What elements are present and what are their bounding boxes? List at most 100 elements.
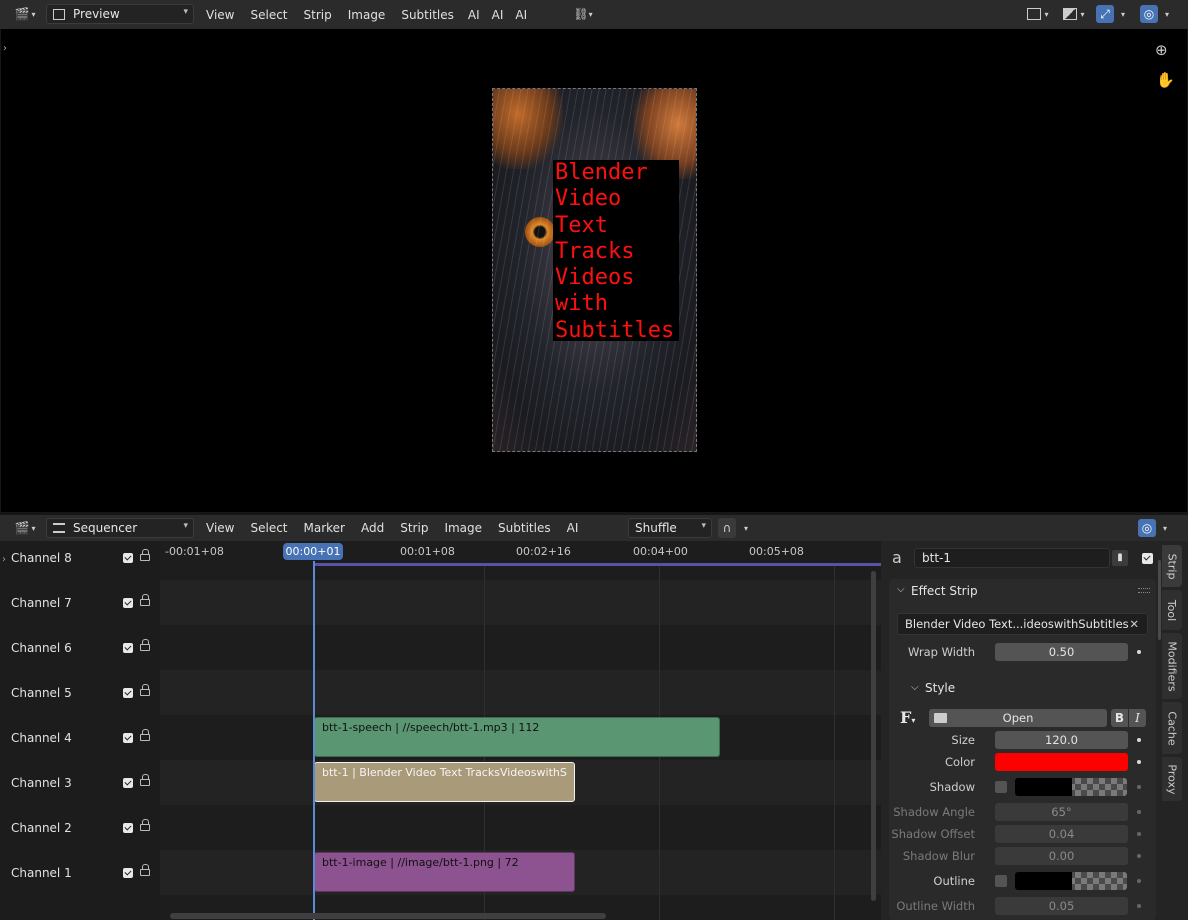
keyframe-dot[interactable] bbox=[1137, 832, 1141, 836]
seq-menu-image[interactable]: Image bbox=[436, 521, 490, 535]
strip-enable-checkbox[interactable] bbox=[1142, 553, 1153, 564]
seq-menu-view[interactable]: View bbox=[198, 521, 242, 535]
keyframe-dot[interactable] bbox=[1137, 738, 1141, 742]
menu-ai-2[interactable]: AI bbox=[486, 8, 510, 22]
playhead-frame-label[interactable]: 00:00+01 bbox=[283, 543, 343, 560]
lock-icon[interactable] bbox=[140, 864, 150, 876]
channel-name[interactable]: Channel 2 bbox=[11, 821, 111, 835]
panel-chevron-icon[interactable]: ⌵ bbox=[911, 682, 919, 693]
color-swatch[interactable] bbox=[995, 753, 1128, 771]
preview-area[interactable]: › ⊕ ✋ Blender Video Text Tracks Videos w… bbox=[1, 29, 1187, 512]
channel-mute-checkbox[interactable] bbox=[123, 822, 133, 833]
keyframe-dot[interactable] bbox=[1137, 879, 1141, 883]
pan-hand-icon[interactable]: ✋ bbox=[1156, 71, 1175, 89]
strip-lock-icon[interactable]: ▮ bbox=[1112, 550, 1128, 566]
channel-mute-checkbox[interactable] bbox=[123, 597, 133, 608]
seq-menu-subtitles[interactable]: Subtitles bbox=[490, 521, 559, 535]
lock-icon[interactable] bbox=[140, 639, 150, 651]
tab-modifiers[interactable]: Modifiers bbox=[1162, 633, 1182, 699]
vertical-scrollbar[interactable] bbox=[871, 571, 876, 901]
editor-type-button[interactable]: 🎬 ▾ bbox=[10, 4, 40, 24]
channel-name[interactable]: Channel 6 bbox=[11, 641, 111, 655]
outline-checkbox[interactable] bbox=[995, 875, 1007, 887]
size-field[interactable]: 120.0 bbox=[995, 731, 1128, 749]
shadow-blur-field[interactable]: 0.00 bbox=[995, 847, 1128, 865]
tab-proxy[interactable]: Proxy bbox=[1162, 757, 1182, 801]
channel-name[interactable]: Channel 5 bbox=[11, 686, 111, 700]
lock-icon[interactable] bbox=[140, 729, 150, 741]
keyframe-dot[interactable] bbox=[1137, 760, 1141, 764]
shadow-angle-field[interactable]: 65° bbox=[995, 803, 1128, 821]
menu-ai-3[interactable]: AI bbox=[509, 8, 533, 22]
sidebar-scrollbar[interactable] bbox=[1158, 560, 1161, 640]
tab-strip[interactable]: Strip bbox=[1162, 545, 1182, 587]
channel-mute-checkbox[interactable] bbox=[123, 732, 133, 743]
keyframe-dot[interactable] bbox=[1137, 904, 1141, 908]
keyframe-dot[interactable] bbox=[1137, 650, 1141, 654]
transform-overlay-button[interactable]: ▾ bbox=[1058, 4, 1090, 24]
menu-subtitles[interactable]: Subtitles bbox=[393, 8, 462, 22]
channel-mute-checkbox[interactable] bbox=[123, 552, 133, 563]
outline-width-field[interactable]: 0.05 bbox=[995, 897, 1128, 915]
wrap-width-field[interactable]: 0.50 bbox=[995, 643, 1128, 661]
tab-cache[interactable]: Cache bbox=[1162, 702, 1182, 754]
seq-overlay-toggle[interactable]: ◎ bbox=[1138, 519, 1156, 537]
panel-chevron-icon[interactable]: ⌵ bbox=[897, 584, 905, 595]
seq-menu-marker[interactable]: Marker bbox=[296, 521, 353, 535]
lock-icon[interactable] bbox=[140, 684, 150, 696]
sidebar-toggle-icon[interactable]: › bbox=[3, 43, 7, 54]
shadow-offset-field[interactable]: 0.04 bbox=[995, 825, 1128, 843]
subpanel-header-style[interactable]: Style bbox=[925, 681, 955, 695]
strip-image[interactable]: btt-1-image | //image/btt-1.png | 72 bbox=[314, 852, 575, 892]
pivot-button[interactable]: ⛓ ▾ bbox=[566, 4, 600, 24]
clear-icon[interactable]: ✕ bbox=[1129, 614, 1139, 634]
menu-view[interactable]: View bbox=[198, 8, 242, 22]
menu-select[interactable]: Select bbox=[242, 8, 295, 22]
channel-mute-checkbox[interactable] bbox=[123, 642, 133, 653]
keyframe-dot[interactable] bbox=[1137, 854, 1141, 858]
channel-name[interactable]: Channel 8 bbox=[11, 551, 111, 565]
lock-icon[interactable] bbox=[140, 549, 150, 561]
seq-menu-ai[interactable]: AI bbox=[559, 521, 587, 535]
strip-name-field[interactable]: btt-1 bbox=[914, 548, 1110, 568]
seq-overlay-dropdown[interactable]: ▾ bbox=[1158, 518, 1172, 538]
channel-name[interactable]: Channel 1 bbox=[11, 866, 111, 880]
keyframe-dot[interactable] bbox=[1137, 810, 1141, 814]
gizmo-dropdown[interactable]: ▾ bbox=[1116, 4, 1130, 24]
font-open-button[interactable]: Open bbox=[929, 709, 1107, 727]
lock-icon[interactable] bbox=[140, 774, 150, 786]
channel-name[interactable]: Channel 3 bbox=[11, 776, 111, 790]
seq-menu-select[interactable]: Select bbox=[242, 521, 295, 535]
timeline-area[interactable]: -00:01+08 00:01+08 00:02+16 00:04+00 00:… bbox=[160, 541, 881, 920]
menu-image[interactable]: Image bbox=[340, 8, 394, 22]
bold-toggle[interactable]: B bbox=[1111, 709, 1128, 727]
gizmo-toggle[interactable]: ⤢ bbox=[1096, 5, 1114, 23]
snap-dropdown[interactable]: ▾ bbox=[739, 518, 753, 538]
panel-header-effect-strip[interactable]: Effect Strip bbox=[911, 584, 978, 598]
overlay-dropdown[interactable]: ▾ bbox=[1160, 4, 1174, 24]
drag-handle-icon[interactable] bbox=[1138, 588, 1150, 593]
italic-toggle[interactable]: I bbox=[1129, 709, 1146, 727]
channel-mute-checkbox[interactable] bbox=[123, 867, 133, 878]
seq-menu-strip[interactable]: Strip bbox=[392, 521, 436, 535]
strip-sound[interactable]: btt-1-speech | //speech/btt-1.mp3 | 112 bbox=[314, 717, 720, 757]
keyframe-dot[interactable] bbox=[1137, 785, 1141, 789]
channel-mute-checkbox[interactable] bbox=[123, 687, 133, 698]
snap-toggle[interactable]: ∩ bbox=[718, 518, 736, 538]
menu-ai-1[interactable]: AI bbox=[462, 8, 486, 22]
display-channels-button[interactable]: ▾ bbox=[1022, 4, 1054, 24]
strip-text[interactable]: btt-1 | Blender Video Text TracksVideosw… bbox=[314, 762, 575, 802]
channel-mute-checkbox[interactable] bbox=[123, 777, 133, 788]
outline-color-swatch[interactable] bbox=[1015, 872, 1127, 890]
tab-tool[interactable]: Tool bbox=[1162, 590, 1182, 630]
overlap-mode-select[interactable]: Shuffle ▾ bbox=[628, 518, 712, 538]
overlay-toggle[interactable]: ◎ bbox=[1140, 5, 1158, 23]
menu-strip[interactable]: Strip bbox=[296, 8, 340, 22]
channel-name[interactable]: Channel 7 bbox=[11, 596, 111, 610]
seq-menu-add[interactable]: Add bbox=[353, 521, 392, 535]
channel-name[interactable]: Channel 4 bbox=[11, 731, 111, 745]
lock-icon[interactable] bbox=[140, 594, 150, 606]
shadow-checkbox[interactable] bbox=[995, 781, 1007, 793]
font-icon[interactable]: F▾ bbox=[900, 708, 915, 727]
zoom-icon[interactable]: ⊕ bbox=[1155, 41, 1168, 59]
